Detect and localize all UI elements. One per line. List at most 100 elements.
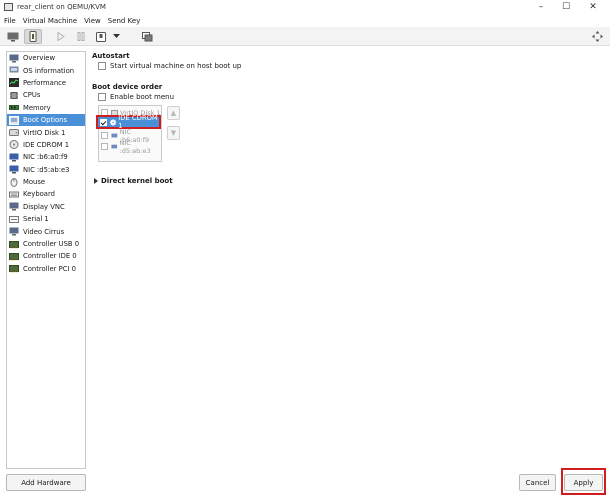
controller-icon xyxy=(9,240,19,249)
direct-kernel-boot-expander[interactable]: Direct kernel boot xyxy=(94,177,173,185)
performance-icon xyxy=(9,78,19,88)
cdrom-icon xyxy=(110,118,117,126)
sidebar-item-label: Memory xyxy=(23,103,51,112)
snapshot-icon[interactable] xyxy=(138,29,156,44)
sidebar-item-label: CPUs xyxy=(23,91,41,100)
sidebar-item-label: NIC :d5:ab:e3 xyxy=(23,165,70,174)
sidebar-item-serial-1[interactable]: Serial 1 xyxy=(7,213,85,225)
sidebar-item-boot-options[interactable]: Boot Options xyxy=(7,113,85,127)
nic-icon xyxy=(111,144,118,148)
menu-send-key[interactable]: Send Key xyxy=(108,17,141,25)
power-icon[interactable] xyxy=(92,29,110,44)
sidebar-item-label: VirtIO Disk 1 xyxy=(23,128,66,137)
minimize-button[interactable]: – xyxy=(530,0,552,14)
enable-boot-menu-label: Enable boot menu xyxy=(110,93,175,101)
window-title: rear_client on QEMU/KVM xyxy=(17,3,106,11)
add-hardware-button[interactable]: Add Hardware xyxy=(6,474,86,491)
boot-device-checkbox[interactable] xyxy=(101,132,108,139)
info-icon[interactable] xyxy=(24,29,42,44)
memory-icon xyxy=(9,105,19,111)
sidebar-item-label: IDE CDROM 1 xyxy=(23,140,70,149)
menu-file[interactable]: File xyxy=(4,17,16,25)
sidebar-item-label: Display VNC xyxy=(23,202,65,211)
sidebar-item-label: Overview xyxy=(23,54,55,63)
enable-boot-menu-checkbox[interactable] xyxy=(98,93,106,101)
boot-device-label: IDE CDROM 1 xyxy=(118,114,158,130)
monitor-icon[interactable] xyxy=(4,29,22,44)
close-button[interactable]: ✕ xyxy=(582,0,604,14)
app-icon xyxy=(4,3,13,11)
sidebar-item-label: Controller USB 0 xyxy=(23,240,80,249)
play-icon[interactable] xyxy=(52,29,70,44)
sidebar-item-display-vnc[interactable]: Display VNC xyxy=(7,201,85,213)
sidebar-item-label: OS information xyxy=(23,66,75,75)
sidebar-item-label: Performance xyxy=(23,78,67,87)
apply-highlight xyxy=(561,468,606,495)
autostart-checkbox[interactable] xyxy=(98,62,106,70)
autostart-checkbox-label: Start virtual machine on host boot up xyxy=(110,62,242,70)
sidebar-item-label: Video Cirrus xyxy=(23,227,65,236)
sidebar-item-nic-b6a0f9[interactable]: NIC :b6:a0:f9 xyxy=(7,151,85,163)
keyboard-icon xyxy=(9,191,19,198)
nic-icon xyxy=(9,153,19,162)
sidebar-item-keyboard[interactable]: Keyboard xyxy=(7,188,85,200)
sidebar-item-video-cirrus[interactable]: Video Cirrus xyxy=(7,225,85,237)
mouse-icon xyxy=(10,177,18,187)
serial-icon xyxy=(9,215,19,223)
sidebar-item-mouse[interactable]: Mouse xyxy=(7,176,85,188)
sidebar-item-cpus[interactable]: CPUs xyxy=(7,89,85,101)
cpu-icon xyxy=(10,91,18,99)
sidebar-item-controller-pci-0[interactable]: Controller PCI 0 xyxy=(7,263,85,275)
nic-icon xyxy=(111,133,118,137)
boot-order-heading: Boot device order xyxy=(92,83,163,91)
toolbar xyxy=(0,27,610,46)
boot-menu-row: Enable boot menu xyxy=(98,93,174,101)
direct-kernel-boot-label: Direct kernel boot xyxy=(101,177,173,185)
sidebar-item-controller-ide-0[interactable]: Controller IDE 0 xyxy=(7,250,85,262)
sidebar-item-virtio-disk-1[interactable]: VirtIO Disk 1 xyxy=(7,126,85,138)
move-down-button[interactable]: ▼ xyxy=(167,126,180,140)
hardware-list: Overview OS information Performance CPUs… xyxy=(6,51,86,469)
sidebar-item-controller-usb-0[interactable]: Controller USB 0 xyxy=(7,238,85,250)
pause-icon[interactable] xyxy=(72,29,90,44)
sidebar-item-memory[interactable]: Memory xyxy=(7,102,85,114)
sidebar-item-performance[interactable]: Performance xyxy=(7,77,85,89)
sidebar-item-label: Controller PCI 0 xyxy=(23,264,76,273)
dropdown-icon[interactable] xyxy=(110,29,122,44)
sidebar-item-label: Controller IDE 0 xyxy=(23,252,77,261)
expander-arrow-icon xyxy=(94,178,98,184)
boot-options-icon xyxy=(9,115,19,125)
sidebar-item-label: Boot Options xyxy=(23,116,68,125)
cdrom-icon xyxy=(9,140,19,150)
menu-bar: File Virtual Machine View Send Key xyxy=(0,14,610,27)
boot-device-nic-d5abe3[interactable]: NIC :d5:ab:e3 xyxy=(101,138,161,155)
nic-icon xyxy=(9,165,19,174)
sidebar-item-nic-d5abe3[interactable]: NIC :d5:ab:e3 xyxy=(7,164,85,176)
boot-options-panel: Autostart Start virtual machine on host … xyxy=(91,51,606,469)
autostart-heading: Autostart xyxy=(92,52,130,60)
menu-virtual-machine[interactable]: Virtual Machine xyxy=(23,17,77,25)
boot-device-ide-cdrom-selected[interactable]: IDE CDROM 1 xyxy=(96,114,161,130)
sidebar-item-label: NIC :b6:a0:f9 xyxy=(23,153,68,162)
sidebar-item-label: Serial 1 xyxy=(23,215,49,224)
sidebar-item-label: Mouse xyxy=(23,178,46,187)
cancel-button[interactable]: Cancel xyxy=(519,474,556,491)
boot-device-checkbox[interactable] xyxy=(101,143,108,150)
sidebar-item-label: Keyboard xyxy=(23,190,55,199)
controller-icon xyxy=(9,252,19,261)
controller-icon xyxy=(9,265,19,273)
sidebar-item-ide-cdrom-1[interactable]: IDE CDROM 1 xyxy=(7,139,85,151)
boot-device-checkbox-checked[interactable] xyxy=(100,118,107,126)
sidebar-item-os-information[interactable]: OS information xyxy=(7,64,85,76)
overview-icon xyxy=(9,54,19,63)
boot-device-label: NIC :d5:ab:e3 xyxy=(119,138,151,155)
fullscreen-icon[interactable] xyxy=(588,29,606,44)
sidebar-item-overview[interactable]: Overview xyxy=(7,52,85,64)
disk-icon xyxy=(9,129,19,137)
os-info-icon xyxy=(9,66,19,73)
move-up-button[interactable]: ▲ xyxy=(167,106,180,120)
video-icon xyxy=(9,227,19,236)
menu-view[interactable]: View xyxy=(84,17,101,25)
display-icon xyxy=(9,202,19,211)
maximize-button[interactable]: ☐ xyxy=(555,0,577,14)
